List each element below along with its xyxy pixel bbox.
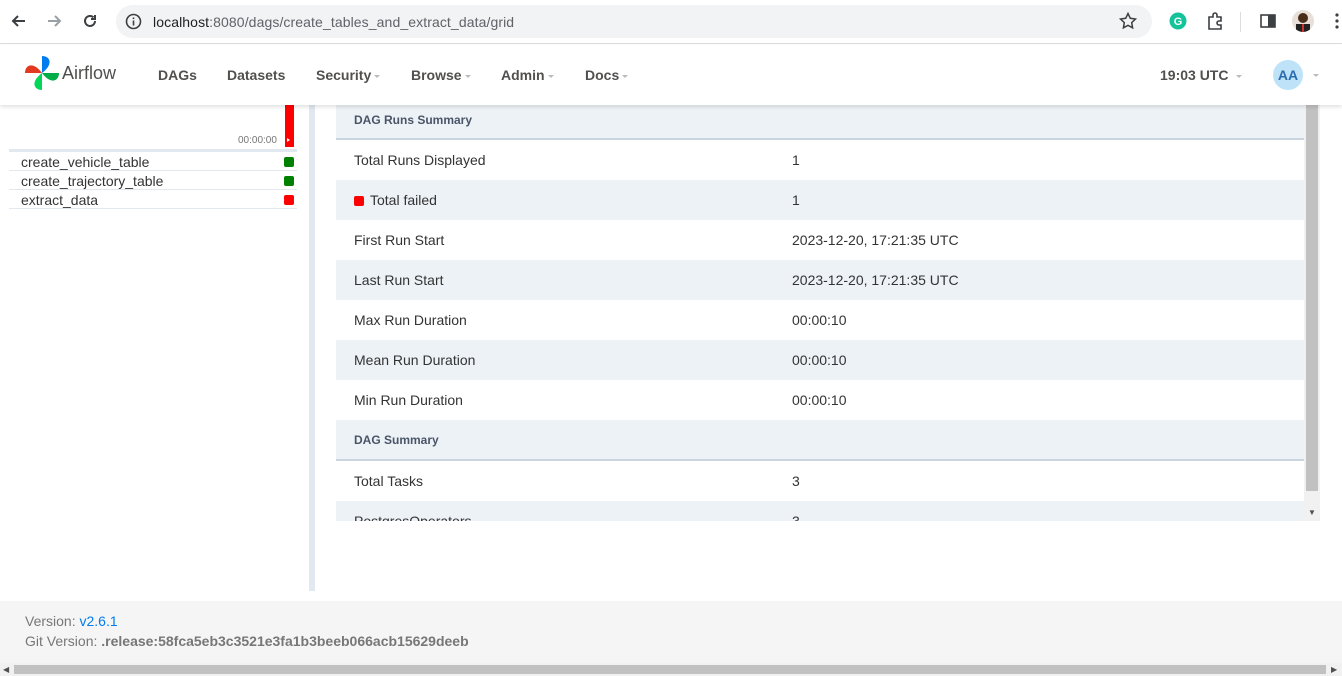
back-icon[interactable] [8, 10, 30, 32]
task-name: extract_data [21, 192, 99, 208]
failed-status-icon [354, 196, 364, 206]
chevron-down-icon [622, 74, 629, 78]
airflow-logo-text[interactable]: Airflow [62, 63, 116, 84]
row-value: 2023-12-20, 17:21:35 UTC [792, 232, 959, 248]
timezone-dropdown[interactable]: 19:03 UTC [1160, 67, 1243, 83]
table-row: Total Runs Displayed 1 [336, 140, 1304, 180]
version-line: Version: v2.6.1 [25, 613, 118, 629]
task-row[interactable]: extract_data [9, 190, 297, 209]
row-key: Mean Run Duration [354, 352, 476, 368]
row-key: Min Run Duration [354, 392, 463, 408]
row-value: 00:00:10 [792, 392, 847, 408]
extensions-puzzle-icon[interactable] [1205, 11, 1225, 36]
row-value: 3 [792, 513, 800, 521]
bookmark-star-icon[interactable] [1118, 11, 1138, 35]
row-value: 00:00:10 [792, 352, 847, 368]
task-status-square[interactable] [284, 176, 294, 186]
chevron-down-icon [374, 74, 381, 78]
row-key-text: Total failed [370, 192, 437, 208]
task-status-square[interactable] [284, 195, 294, 205]
table-row: Min Run Duration 00:00:10 [336, 380, 1304, 420]
nav-security-label: Security [316, 67, 372, 83]
nav-datasets[interactable]: Datasets [227, 67, 285, 83]
row-key: Max Run Duration [354, 312, 467, 328]
row-key: First Run Start [354, 232, 445, 248]
nav-docs-label: Docs [585, 67, 620, 83]
chevron-down-icon [1236, 74, 1243, 78]
side-panel-icon[interactable] [1259, 12, 1277, 35]
forward-icon[interactable] [43, 10, 65, 32]
nav-admin[interactable]: Admin [501, 67, 554, 83]
row-value: 1 [792, 192, 800, 208]
grammarly-extension-icon[interactable]: G [1169, 12, 1187, 35]
dag-details-table: DAG Runs Summary Total Runs Displayed 1 T… [336, 105, 1320, 521]
table-section-header: DAG Summary [336, 420, 1304, 461]
nav-security[interactable]: Security [316, 67, 381, 83]
table-row: PostgresOperators 3 [336, 501, 1304, 521]
git-version-line: Git Version: .release:58fca5eb3c3521e3fa… [25, 633, 469, 649]
chevron-down-icon[interactable] [1313, 74, 1319, 77]
git-label: Git Version: [25, 633, 98, 649]
scroll-left-icon[interactable]: ◀ [3, 665, 9, 674]
row-key: PostgresOperators [354, 513, 472, 521]
table-row: Total failed 1 [336, 180, 1304, 220]
nav-dags[interactable]: DAGs [158, 67, 197, 83]
browser-toolbar: localhost:8080/dags/create_tables_and_ex… [0, 0, 1342, 44]
more-menu-icon[interactable] [1334, 12, 1340, 35]
row-value: 1 [792, 152, 800, 168]
task-name: create_trajectory_table [21, 173, 164, 189]
nav-docs[interactable]: Docs [585, 67, 629, 83]
nav-browse[interactable]: Browse [411, 67, 471, 83]
grid-panel: 00:00:00 create_vehicle_table create_tra… [0, 105, 312, 591]
task-row[interactable]: create_vehicle_table [9, 152, 297, 171]
horizontal-scrollbar[interactable]: ◀ ▶ [0, 663, 1342, 676]
current-time: 19:03 UTC [1160, 67, 1229, 83]
row-value: 2023-12-20, 17:21:35 UTC [792, 272, 959, 288]
airflow-navbar: Airflow DAGs Datasets Security Browse Ad… [0, 45, 1342, 105]
table-row: Max Run Duration 00:00:10 [336, 300, 1304, 340]
run-duration-label: 00:00:00 [238, 135, 277, 146]
address-bar[interactable]: localhost:8080/dags/create_tables_and_ex… [116, 5, 1152, 38]
info-icon[interactable] [125, 13, 142, 35]
task-status-square[interactable] [284, 157, 294, 167]
row-value: 3 [792, 473, 800, 489]
footer: Version: v2.6.1 Git Version: .release:58… [0, 601, 1342, 663]
table-row: Total Tasks 3 [336, 461, 1304, 501]
airflow-pinwheel-icon[interactable] [23, 54, 61, 97]
chevron-down-icon [547, 74, 554, 78]
section-title: DAG Summary [354, 433, 439, 447]
chevron-down-icon [464, 74, 471, 78]
table-row: First Run Start 2023-12-20, 17:21:35 UTC [336, 220, 1304, 260]
url-text: localhost:8080/dags/create_tables_and_ex… [153, 13, 515, 30]
row-key: Total Tasks [354, 473, 423, 489]
task-row[interactable]: create_trajectory_table [9, 171, 297, 190]
svg-text:G: G [1174, 16, 1183, 28]
row-key: Total Runs Displayed [354, 152, 486, 168]
section-title: DAG Runs Summary [354, 113, 473, 127]
profile-avatar-icon[interactable] [1292, 10, 1314, 32]
nav-browse-label: Browse [411, 67, 462, 83]
row-value: 00:00:10 [792, 312, 847, 328]
panel-resize-handle[interactable] [309, 105, 315, 591]
table-row: Last Run Start 2023-12-20, 17:21:35 UTC [336, 260, 1304, 300]
git-version-value: .release:58fca5eb3c3521e3fa1b3beeb066acb… [101, 633, 469, 649]
table-section-header: DAG Runs Summary [336, 105, 1304, 140]
version-label: Version: [25, 613, 76, 629]
play-icon [287, 138, 290, 142]
row-key: Total failed [354, 192, 437, 208]
scrollbar-thumb[interactable] [14, 665, 1326, 674]
nav-admin-label: Admin [501, 67, 545, 83]
row-key: Last Run Start [354, 272, 444, 288]
scroll-down-icon[interactable]: ▼ [1308, 508, 1316, 517]
user-avatar[interactable]: AA [1273, 60, 1303, 90]
scrollbar-thumb[interactable] [1306, 105, 1318, 491]
scroll-right-icon[interactable]: ▶ [1331, 665, 1337, 674]
table-row: Mean Run Duration 00:00:10 [336, 340, 1304, 380]
task-name: create_vehicle_table [21, 154, 150, 170]
divider [1240, 12, 1241, 32]
version-link[interactable]: v2.6.1 [79, 613, 117, 629]
reload-icon[interactable] [79, 10, 101, 32]
